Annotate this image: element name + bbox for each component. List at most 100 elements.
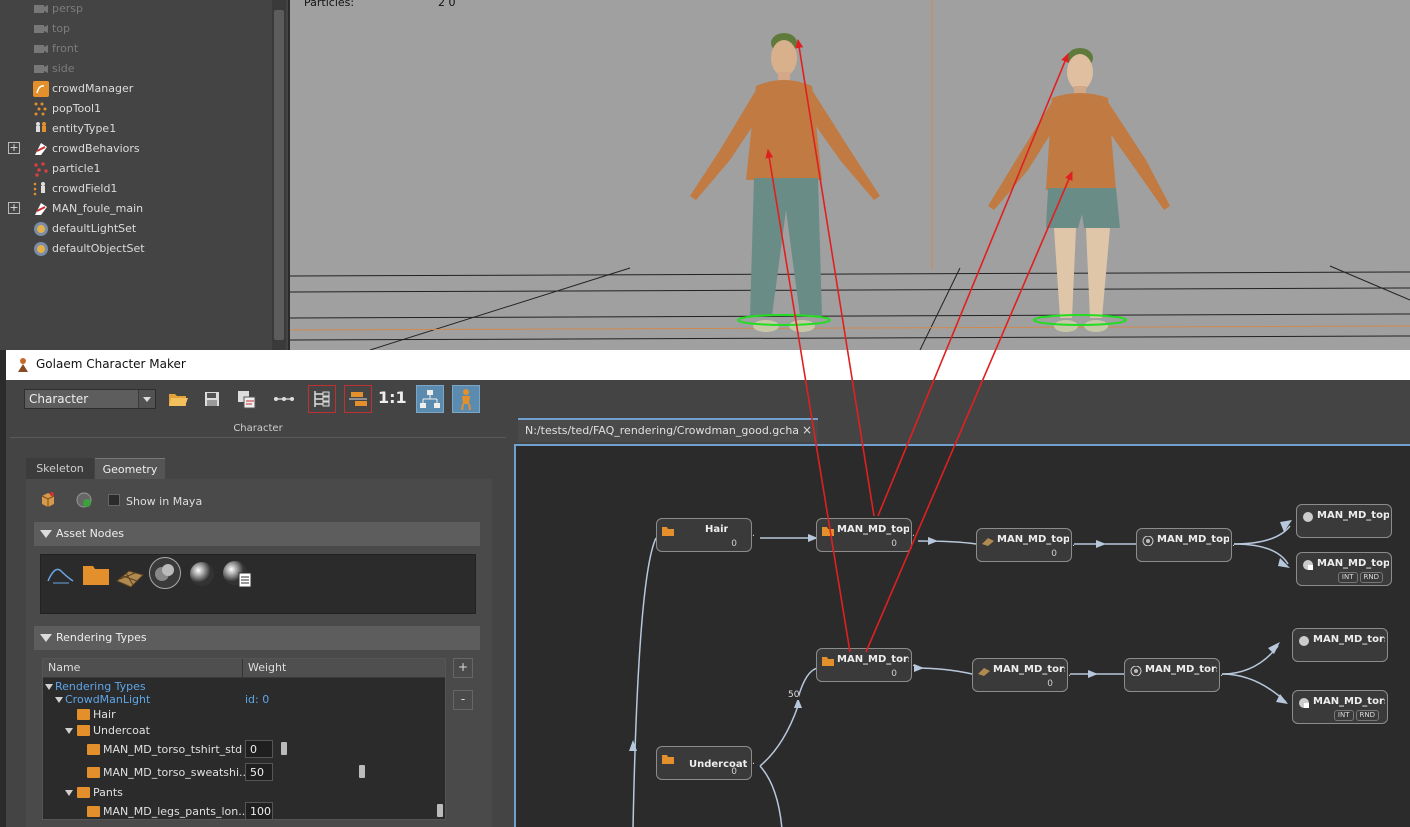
node-title: MAN_MD_top_...: [1317, 510, 1389, 521]
node-top-group[interactable]: MAN_MD_top_... 0 ·: [816, 518, 915, 552]
layout-horizontal-button[interactable]: [344, 385, 372, 413]
outliner-item[interactable]: defaultObjectSet: [0, 239, 270, 259]
node-top-material-1[interactable]: MAN_MD_top_...: [1296, 504, 1392, 538]
weight-slider-sweatshirt[interactable]: [359, 765, 365, 778]
asset-nodes-section-header[interactable]: Asset Nodes: [34, 522, 480, 546]
blend-curve-node-icon[interactable]: [45, 559, 75, 589]
node-top-mesh[interactable]: MAN_MD_top_... 0 ·: [976, 528, 1075, 562]
expand-arrow-icon[interactable]: [65, 790, 73, 796]
rendering-types-section-header[interactable]: Rendering Types: [34, 626, 480, 650]
outliner-item[interactable]: entityType1: [0, 119, 270, 139]
save-button[interactable]: [198, 385, 226, 413]
column-header-weight[interactable]: Weight: [248, 661, 286, 674]
column-header-name[interactable]: Name: [48, 661, 80, 674]
node-hair[interactable]: Hair 0 ·: [656, 518, 755, 552]
expand-arrow-icon[interactable]: [55, 697, 63, 703]
output-port[interactable]: ·: [752, 759, 755, 770]
hierarchy-layout-button[interactable]: [416, 385, 444, 413]
node-graph-canvas[interactable]: 50 Hair 0 · MAN_MD_top_... 0 · MAN_MD_to…: [514, 444, 1410, 827]
output-port[interactable]: ·: [912, 661, 915, 672]
node-torso-fbx[interactable]: MAN_MD_tors... ·: [1124, 658, 1223, 692]
node-undercoat[interactable]: Undercoat 0 ·: [656, 746, 755, 780]
character-view-button[interactable]: [452, 385, 480, 413]
group-folder-node-icon[interactable]: [81, 559, 111, 589]
outliner-item[interactable]: crowdManager: [0, 79, 270, 99]
link-button[interactable]: [270, 385, 298, 413]
mesh-node-icon[interactable]: [115, 561, 145, 591]
close-tab-icon[interactable]: ×: [802, 423, 812, 437]
outliner-item[interactable]: side: [0, 59, 270, 79]
node-torso-group[interactable]: MAN_MD_tors... 0 ·: [816, 648, 915, 682]
output-port[interactable]: ·: [752, 531, 755, 542]
output-port[interactable]: ·: [1232, 541, 1235, 552]
weight-field-sweatshirt[interactable]: 50: [245, 763, 273, 781]
outliner-scrollbar-thumb[interactable]: [274, 10, 284, 340]
tab-skeleton[interactable]: Skeleton: [26, 458, 94, 479]
remove-rendering-type-button[interactable]: -: [453, 690, 473, 710]
outliner-item[interactable]: crowdField1: [0, 179, 270, 199]
weight-field-legs[interactable]: 100: [245, 802, 273, 819]
node-top-material-2[interactable]: MAN_MD_top_... INTRND: [1296, 552, 1392, 586]
particle-icon: [33, 161, 49, 177]
edge-weight-label: 50: [788, 690, 800, 700]
outliner-item[interactable]: popTool1: [0, 99, 270, 119]
node-chips: INT RND: [1337, 572, 1383, 583]
fbx-node-icon[interactable]: [149, 557, 181, 589]
rendering-types-tree[interactable]: Name Weight Rendering Types CrowdManLigh…: [42, 658, 446, 820]
add-rendering-type-button[interactable]: +: [453, 658, 473, 678]
chevron-down-icon[interactable]: [138, 390, 155, 408]
tree-row-crowdmanlight[interactable]: CrowdManLight id: 0: [43, 692, 445, 708]
camera-icon: [33, 21, 49, 37]
node-title: MAN_MD_tors...: [1145, 664, 1217, 675]
tab-graph-file[interactable]: N:/tests/ted/FAQ_rendering/Crowdman_good…: [518, 418, 818, 442]
outliner-item[interactable]: persp: [0, 0, 270, 19]
open-file-button[interactable]: [164, 385, 192, 413]
grid-axis-line-horizontal: [290, 325, 1410, 331]
import-mesh-button[interactable]: [38, 490, 58, 510]
character-maker-titlebar[interactable]: Golaem Character Maker: [6, 350, 1410, 380]
output-port[interactable]: ·: [1072, 541, 1075, 552]
maya-viewport[interactable]: Particles: 2 0: [290, 0, 1410, 350]
zoom-one-to-one-button[interactable]: 1:1: [378, 385, 407, 413]
node-title: MAN_MD_tors...: [1313, 634, 1385, 645]
output-port[interactable]: ·: [912, 531, 915, 542]
tree-row-hair[interactable]: Hair: [43, 707, 445, 723]
expand-arrow-icon[interactable]: [45, 684, 53, 690]
node-torso-mesh[interactable]: MAN_MD_tors... 0 ·: [972, 658, 1071, 692]
outliner-item[interactable]: + MAN_foule_main: [0, 199, 270, 219]
character-panel: Character Skeleton Geometry Show in Maya…: [6, 418, 508, 827]
show-in-maya-checkbox[interactable]: [108, 494, 120, 506]
column-divider[interactable]: [242, 659, 243, 677]
layout-vertical-button[interactable]: [308, 385, 336, 413]
weight-slider-legs[interactable]: [437, 804, 443, 817]
output-port[interactable]: ·: [1068, 671, 1071, 682]
tree-row-sweatshirt[interactable]: MAN_MD_torso_sweatshi... 50: [43, 763, 445, 781]
tree-row-pants[interactable]: Pants: [43, 785, 445, 801]
outliner-item[interactable]: top: [0, 19, 270, 39]
tree-row-undercoat[interactable]: Undercoat: [43, 723, 445, 739]
outliner-item[interactable]: + crowdBehaviors: [0, 139, 270, 159]
output-port[interactable]: ·: [1220, 671, 1223, 682]
mode-dropdown[interactable]: Character: [24, 389, 156, 409]
tab-geometry[interactable]: Geometry: [95, 458, 165, 479]
tree-row-tshirt[interactable]: MAN_MD_torso_tshirt_std 0: [43, 740, 445, 758]
outliner-item[interactable]: front: [0, 39, 270, 59]
expand-arrow-icon[interactable]: [65, 728, 73, 734]
node-torso-material-1[interactable]: MAN_MD_tors...: [1292, 628, 1388, 662]
tree-row-legs[interactable]: MAN_MD_legs_pants_lon... 100: [43, 802, 445, 819]
material-node-icon[interactable]: [187, 559, 217, 589]
refresh-shader-button[interactable]: [74, 490, 94, 510]
weight-slider-tshirt[interactable]: [281, 742, 287, 755]
folder-icon: [822, 527, 834, 536]
outliner-item[interactable]: defaultLightSet: [0, 219, 270, 239]
shader-attribute-node-icon[interactable]: [221, 559, 255, 589]
outliner-item-label: entityType1: [52, 122, 117, 135]
node-top-fbx[interactable]: MAN_MD_top_... ·: [1136, 528, 1235, 562]
node-torso-material-2[interactable]: MAN_MD_tors... INTRND: [1292, 690, 1388, 724]
outliner-item[interactable]: particle1: [0, 159, 270, 179]
expand-icon[interactable]: +: [8, 202, 20, 214]
weight-field-tshirt[interactable]: 0: [245, 740, 273, 758]
outliner-scrollbar[interactable]: [272, 0, 286, 350]
save-as-button[interactable]: [232, 385, 260, 413]
expand-icon[interactable]: +: [8, 142, 20, 154]
